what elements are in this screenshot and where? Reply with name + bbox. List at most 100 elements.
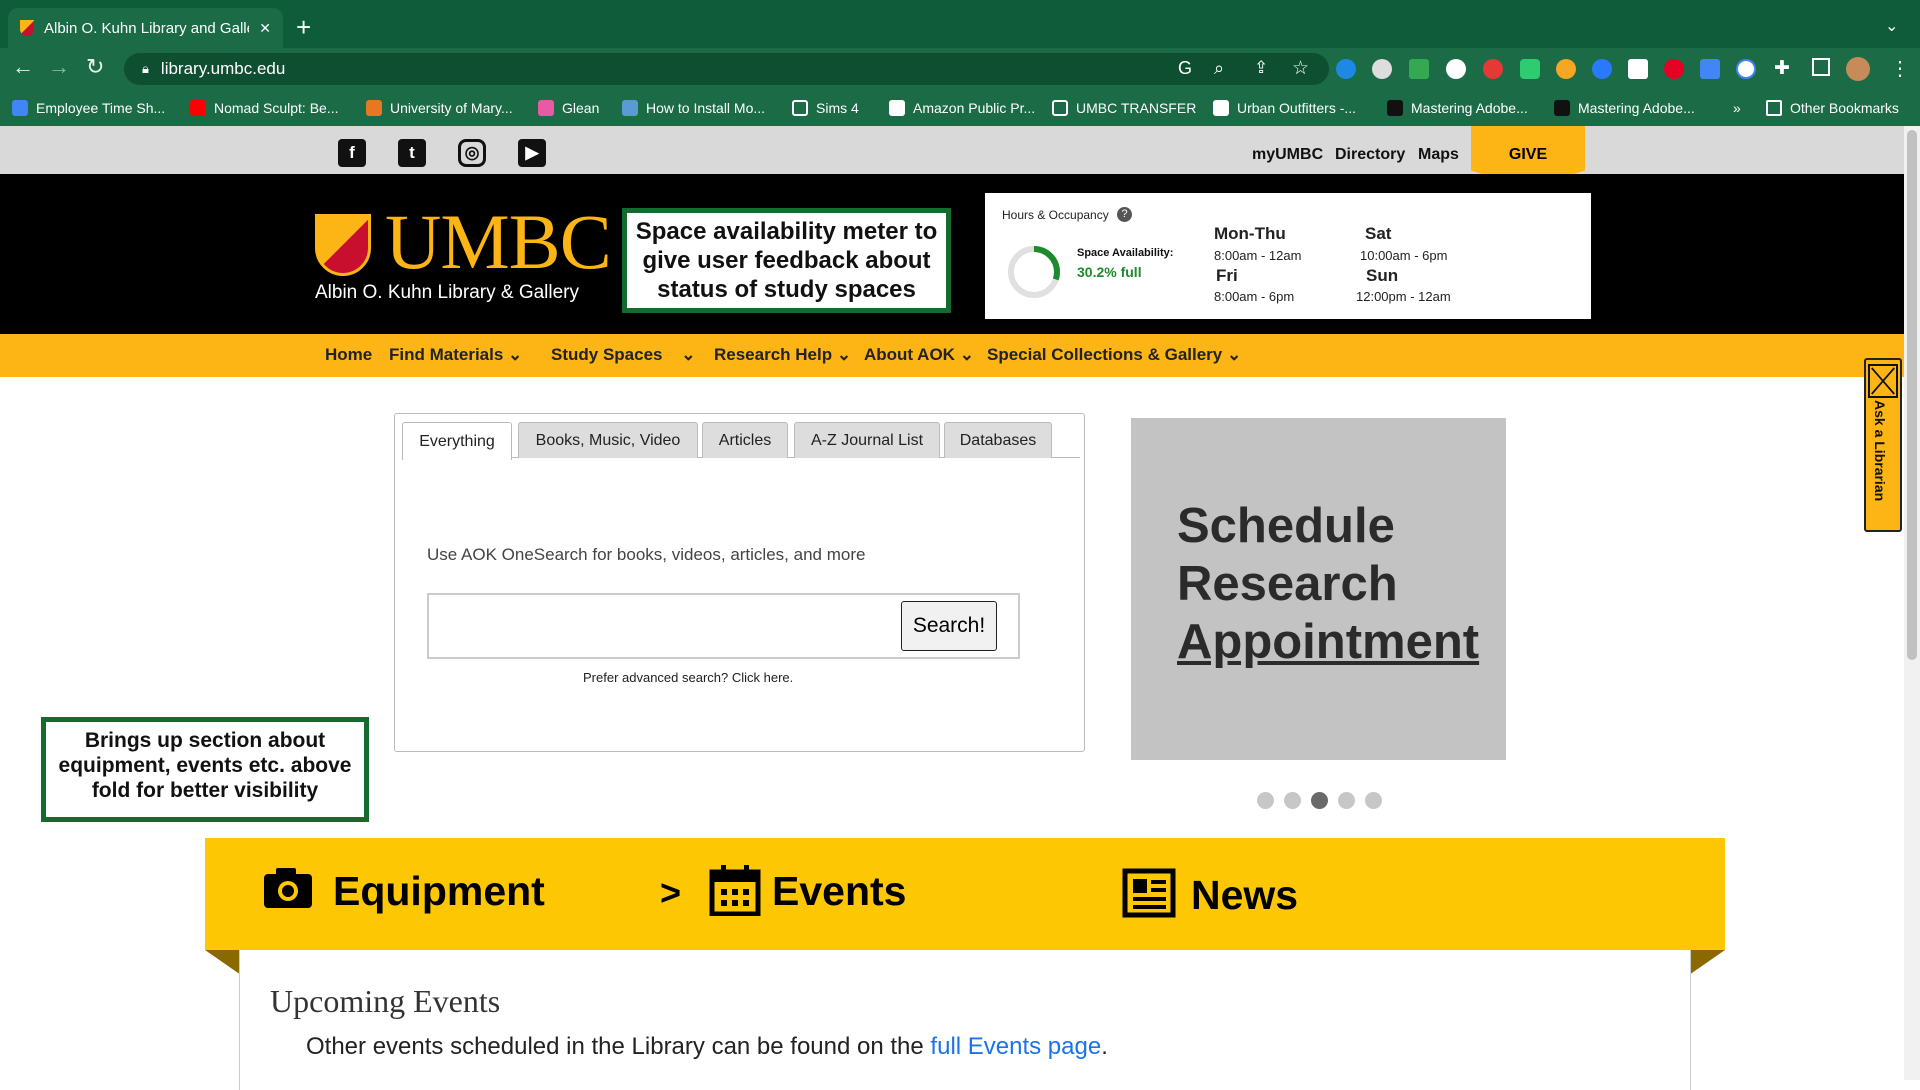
- bookmark-favicon-icon: [1387, 100, 1403, 116]
- upcoming-events-heading: Upcoming Events: [270, 983, 501, 1019]
- bookmark-item[interactable]: Amazon Public Pr...: [889, 96, 1035, 120]
- nav-study-spaces[interactable]: Study Spaces ⌄: [551, 345, 695, 365]
- scrollbar-thumb[interactable]: [1907, 130, 1917, 660]
- browser-tab[interactable]: Albin O. Kuhn Library and Galle ✕: [8, 8, 283, 48]
- facebook-icon[interactable]: f: [338, 139, 366, 167]
- tab-search-chevron-icon[interactable]: ⌄: [1885, 16, 1898, 36]
- chat-icon: [1868, 364, 1898, 398]
- bookmark-label: UMBC TRANSFER: [1076, 100, 1197, 116]
- nav-home[interactable]: Home: [325, 345, 372, 365]
- nav-special-collections[interactable]: Special Collections & Gallery ⌄: [987, 345, 1241, 365]
- sidepanel-icon[interactable]: [1812, 58, 1830, 76]
- share-icon[interactable]: ⇪: [1254, 58, 1268, 78]
- events-panel: [239, 950, 1691, 1090]
- bookmark-item[interactable]: How to Install Mo...: [622, 96, 765, 120]
- carousel-dot[interactable]: [1257, 792, 1274, 809]
- arrow-right-icon: >: [660, 872, 682, 913]
- equipment-tab[interactable]: Equipment: [333, 868, 545, 915]
- news-tab[interactable]: News: [1191, 872, 1298, 919]
- bookmark-item[interactable]: Nomad Sculpt: Be...: [190, 96, 339, 120]
- extension-icon[interactable]: [1736, 59, 1756, 79]
- myumbc-link[interactable]: myUMBC: [1252, 146, 1323, 164]
- instagram-icon[interactable]: ◎: [458, 139, 486, 167]
- day-hours: 12:00pm - 12am: [1356, 289, 1451, 304]
- extension-icon[interactable]: [1483, 59, 1503, 79]
- library-name[interactable]: Albin O. Kuhn Library & Gallery: [315, 282, 579, 304]
- extension-icon[interactable]: [1372, 59, 1392, 79]
- search-button[interactable]: Search!: [901, 601, 997, 651]
- other-bookmarks-folder[interactable]: Other Bookmarks: [1766, 96, 1899, 120]
- bookmark-item[interactable]: Mastering Adobe...: [1554, 96, 1695, 120]
- nav-find-materials[interactable]: Find Materials ⌄: [389, 345, 522, 365]
- menu-kebab-icon[interactable]: ⋮: [1890, 56, 1910, 81]
- directory-link[interactable]: Directory: [1335, 146, 1405, 164]
- back-icon[interactable]: ←: [12, 56, 34, 78]
- profile-avatar[interactable]: [1846, 57, 1870, 81]
- bookmark-item[interactable]: UMBC TRANSFER: [1052, 96, 1196, 120]
- tab-close-icon[interactable]: ✕: [259, 20, 271, 37]
- slide-line: Schedule: [1177, 499, 1395, 553]
- day-name: Fri: [1216, 266, 1238, 285]
- bookmark-favicon-icon: [889, 100, 905, 116]
- twitter-icon[interactable]: t: [398, 139, 426, 167]
- forward-icon[interactable]: →: [48, 56, 70, 78]
- extension-icon[interactable]: [1446, 59, 1466, 79]
- more-bookmarks-button[interactable]: »: [1733, 96, 1741, 120]
- help-icon[interactable]: ?: [1117, 207, 1132, 222]
- google-icon[interactable]: G: [1178, 58, 1192, 79]
- tab-databases[interactable]: Databases: [944, 422, 1052, 458]
- events-tab[interactable]: Events: [772, 868, 906, 915]
- drive-icon[interactable]: [1409, 59, 1429, 79]
- slide-line: Research: [1177, 557, 1398, 611]
- bookmark-item[interactable]: Glean: [538, 96, 599, 120]
- new-tab-button[interactable]: +: [296, 14, 311, 40]
- advanced-search-link[interactable]: Prefer advanced search? Click here.: [583, 670, 793, 685]
- youtube-icon[interactable]: ▶: [518, 139, 546, 167]
- carousel-dot[interactable]: [1311, 792, 1328, 809]
- bookmark-star-icon[interactable]: ☆: [1292, 57, 1309, 80]
- bookmark-favicon-icon: [366, 100, 382, 116]
- pinterest-icon[interactable]: [1664, 59, 1684, 79]
- ask-a-librarian-label: Ask a Librarian: [1872, 400, 1888, 502]
- nav-research-help[interactable]: Research Help ⌄: [714, 345, 851, 365]
- address-bar[interactable]: 🔒︎ library.umbc.edu: [124, 53, 1329, 85]
- slide-link[interactable]: Appointment: [1177, 613, 1479, 671]
- chevron-down-icon: ⌄: [508, 345, 523, 364]
- tab-articles[interactable]: Articles: [702, 422, 788, 458]
- bookmark-label: Mastering Adobe...: [1578, 100, 1695, 116]
- extension-icon[interactable]: [1556, 59, 1576, 79]
- reload-icon[interactable]: ↻: [86, 56, 104, 78]
- tab-everything[interactable]: Everything: [402, 422, 512, 460]
- day-name: Mon-Thu: [1214, 224, 1286, 243]
- extension-icon[interactable]: [1592, 59, 1612, 79]
- carousel-slide-text[interactable]: Schedule Research Appointment: [1177, 497, 1479, 671]
- bookmark-item[interactable]: Urban Outfitters -...: [1213, 96, 1356, 120]
- tab-books-music-video[interactable]: Books, Music, Video: [518, 422, 698, 458]
- umbc-logo-text[interactable]: UMBC: [385, 200, 612, 284]
- bookmark-label: Amazon Public Pr...: [913, 100, 1036, 116]
- full-events-link[interactable]: full Events page: [930, 1033, 1101, 1060]
- extensions-puzzle-icon[interactable]: ✚: [1774, 57, 1790, 80]
- search-hint: Use AOK OneSearch for books, videos, art…: [427, 545, 866, 564]
- maps-link[interactable]: Maps: [1418, 146, 1459, 164]
- carousel-dot[interactable]: [1365, 792, 1382, 809]
- day-hours: 10:00am - 6pm: [1360, 248, 1448, 263]
- carousel-dot[interactable]: [1284, 792, 1301, 809]
- annotation-feature-band: Brings up section about equipment, event…: [41, 717, 369, 822]
- zoom-icon[interactable]: ⌕: [1214, 58, 1224, 79]
- bookmark-item[interactable]: Employee Time Sh...: [12, 96, 165, 120]
- extension-icon[interactable]: [1336, 59, 1356, 79]
- hours-title: Hours & Occupancy: [1002, 208, 1109, 222]
- carousel-dot[interactable]: [1338, 792, 1355, 809]
- umbc-shield-logo[interactable]: [315, 214, 371, 276]
- bookmark-item[interactable]: Mastering Adobe...: [1387, 96, 1528, 120]
- tab-az-journal-list[interactable]: A-Z Journal List: [794, 422, 940, 458]
- camera-icon: [264, 868, 312, 908]
- extension-icon[interactable]: [1628, 59, 1648, 79]
- bookmark-item[interactable]: Sims 4: [792, 96, 859, 120]
- nav-about-aok[interactable]: About AOK ⌄: [864, 345, 974, 365]
- grammarly-icon[interactable]: [1520, 59, 1540, 79]
- docs-icon[interactable]: [1700, 59, 1720, 79]
- folder-icon: [792, 100, 808, 116]
- bookmark-item[interactable]: University of Mary...: [366, 96, 513, 120]
